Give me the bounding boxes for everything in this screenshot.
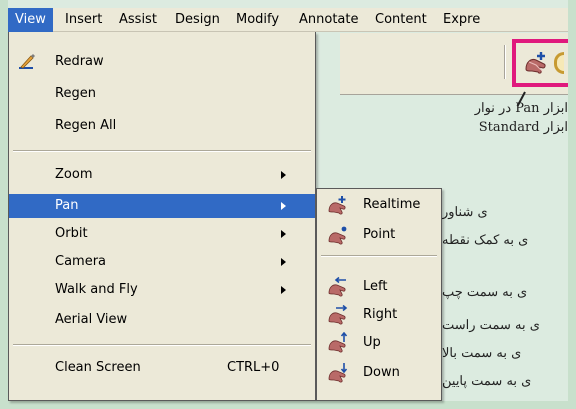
- pan-realtime-icon: [327, 194, 349, 216]
- menu-item-label: Redraw: [55, 54, 104, 69]
- adjacent-tool-icon[interactable]: [554, 52, 564, 74]
- menu-separator: [13, 150, 311, 152]
- submenu-arrow-icon: [281, 286, 286, 294]
- redraw-icon: [17, 52, 37, 72]
- standard-toolbar: [340, 33, 568, 95]
- submenu-item-label: Up: [363, 335, 381, 350]
- menu-modify[interactable]: Modify: [229, 8, 286, 32]
- view-menu: Redraw Regen Regen All Zoom Pan Orbit Ca…: [8, 32, 316, 401]
- pan-up-icon: [327, 331, 349, 354]
- menu-insert[interactable]: Insert: [58, 8, 109, 32]
- submenu-item-label: Down: [363, 365, 400, 380]
- submenu-item-left[interactable]: Left: [317, 275, 441, 299]
- menu-item-clean-screen[interactable]: Clean Screen CTRL+0: [9, 356, 315, 380]
- pan-point-icon: [327, 224, 349, 246]
- menu-separator: [13, 344, 311, 346]
- submenu-separator: [321, 255, 437, 257]
- submenu-item-label: Right: [363, 307, 398, 322]
- menu-item-label: Pan: [55, 198, 79, 213]
- submenu-item-point[interactable]: Point: [317, 223, 441, 247]
- menu-item-camera[interactable]: Camera: [9, 250, 315, 274]
- menu-express[interactable]: Expre: [436, 8, 487, 32]
- submenu-item-down[interactable]: Down: [317, 361, 441, 385]
- submenu-arrow-icon: [281, 258, 286, 266]
- menu-item-orbit[interactable]: Orbit: [9, 222, 315, 246]
- menu-item-shortcut: CTRL+0: [227, 360, 280, 375]
- submenu-arrow-icon: [281, 230, 286, 238]
- menu-item-label: Camera: [55, 254, 107, 269]
- pan-right-icon: [327, 304, 349, 326]
- submenu-arrow-icon: [281, 171, 286, 179]
- menu-bar: View Insert Assist Design Modify Annotat…: [8, 8, 568, 32]
- menu-item-zoom[interactable]: Zoom: [9, 163, 315, 187]
- menu-item-label: Walk and Fly: [55, 282, 138, 297]
- menu-item-regen[interactable]: Regen: [9, 82, 315, 106]
- menu-item-pan[interactable]: Pan: [9, 194, 315, 218]
- pan-submenu: Realtime Point Left Right Up Down: [316, 188, 442, 401]
- submenu-item-label: Left: [363, 279, 388, 294]
- menu-item-aerial-view[interactable]: Aerial View: [9, 308, 315, 332]
- menu-view[interactable]: View: [8, 8, 53, 32]
- menu-content[interactable]: Content: [368, 8, 434, 32]
- desc-up: ی به سمت بالا: [442, 346, 522, 361]
- menu-item-regen-all[interactable]: Regen All: [9, 114, 315, 138]
- pan-icon[interactable]: [522, 49, 550, 77]
- submenu-item-realtime[interactable]: Realtime: [317, 193, 441, 217]
- toolbar-separator: [504, 45, 506, 79]
- menu-item-redraw[interactable]: Redraw: [9, 50, 315, 74]
- pan-tool-highlight: [512, 39, 568, 87]
- menu-item-label: Zoom: [55, 167, 93, 182]
- submenu-item-right[interactable]: Right: [317, 303, 441, 327]
- menu-item-label: Orbit: [55, 226, 88, 241]
- submenu-item-up[interactable]: Up: [317, 331, 441, 355]
- desc-right: ی به سمت راست: [442, 318, 540, 333]
- menu-assist[interactable]: Assist: [112, 8, 164, 32]
- submenu-item-label: Realtime: [363, 197, 421, 212]
- menu-item-label: Aerial View: [55, 312, 128, 327]
- pan-down-icon: [327, 362, 349, 384]
- menu-design[interactable]: Design: [168, 8, 227, 32]
- caption-line-1: ابزار Pan در نوار: [474, 101, 568, 116]
- caption-line-2: ابزار Standard: [478, 120, 568, 135]
- menu-annotate[interactable]: Annotate: [292, 8, 365, 32]
- submenu-arrow-icon: [281, 202, 286, 210]
- desc-realtime: ی شناور: [442, 205, 488, 220]
- submenu-item-label: Point: [363, 227, 396, 242]
- pan-left-icon: [327, 276, 349, 298]
- desc-point: ی به کمک نقطه: [442, 233, 529, 248]
- menu-item-walk-and-fly[interactable]: Walk and Fly: [9, 278, 315, 302]
- menu-item-label: Regen: [55, 86, 96, 101]
- menu-item-label: Regen All: [55, 118, 117, 133]
- desc-down: ی به سمت پایین: [442, 374, 532, 389]
- desc-left: ی به سمت چپ: [442, 285, 528, 300]
- menu-item-label: Clean Screen: [55, 360, 141, 375]
